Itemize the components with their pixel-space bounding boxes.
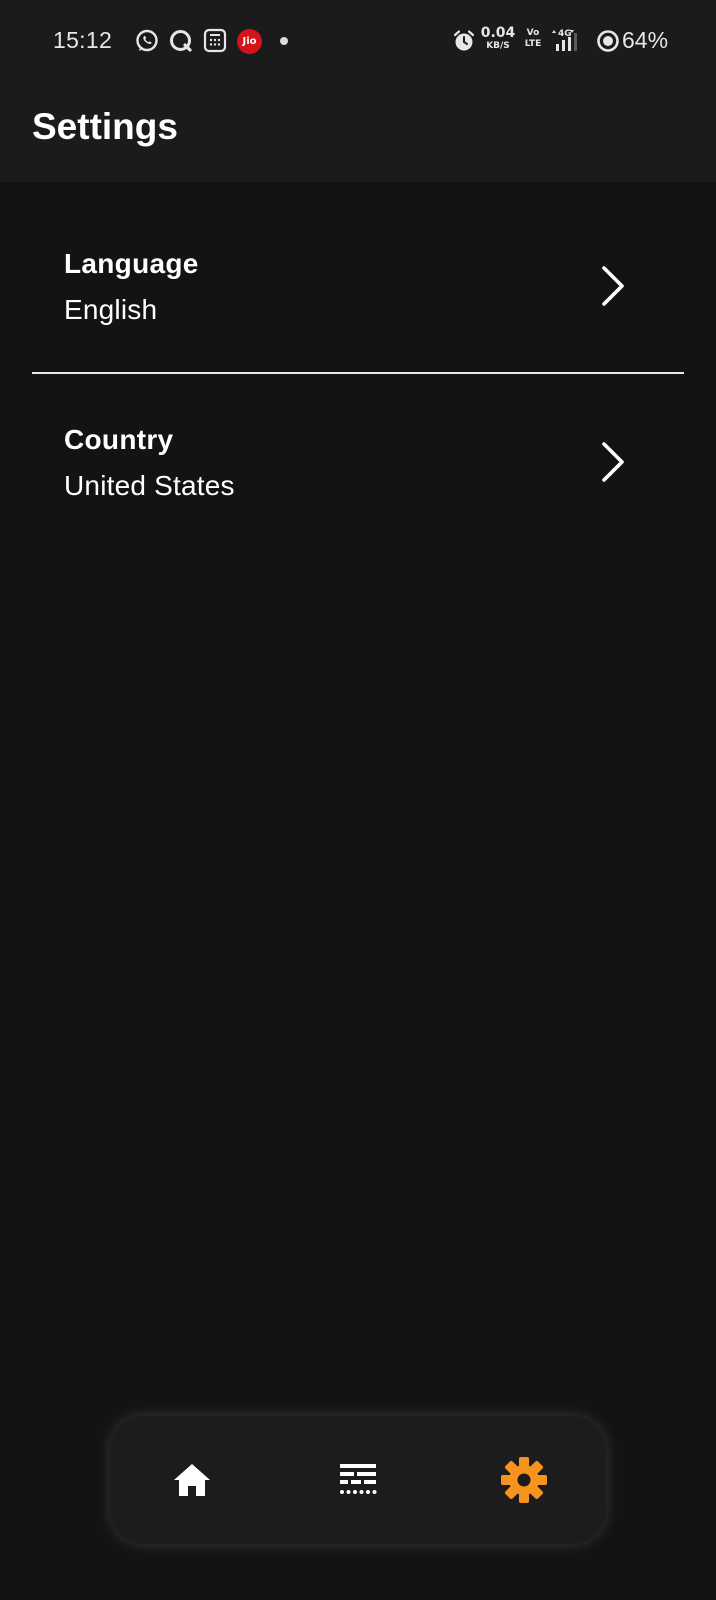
nav-settings-button[interactable] [490,1446,558,1514]
status-time: 15:12 [53,27,113,53]
divider [32,372,684,374]
page-title: Settings [32,106,178,147]
nav-list-button[interactable] [324,1446,392,1514]
jio-icon: Jio [237,29,262,54]
volte-top: Vo [526,28,540,38]
volte-indicator: Vo LTE [523,28,543,50]
country-label: Country [64,424,174,455]
battery-percent: 64% [622,27,669,53]
chevron-right-icon [602,442,624,482]
volte-bottom: LTE [524,39,542,49]
battery-icon [597,30,619,52]
chevron-right-icon [602,266,624,306]
alarm-icon [453,30,475,51]
more-notifications-dot [280,37,288,45]
home-icon [174,1464,210,1496]
signal-4g-icon: 4G [552,29,577,51]
network-speed-unit: KB/S [486,41,510,51]
country-value: United States [64,470,235,501]
network-speed-value: 0.04 [480,25,516,41]
list-icon [340,1464,377,1494]
gear-icon [501,1457,547,1503]
settings-item-country[interactable]: Country United States [0,388,716,538]
status-bar: 15:12 Jio 0.04 KB/S Vo LTE 4G 64% [0,0,716,84]
whatsapp-icon [136,29,158,52]
language-label: Language [64,248,199,279]
search-app-icon [170,30,192,52]
bottom-nav [110,1416,606,1544]
language-value: English [64,294,158,325]
settings-item-language[interactable]: Language English [0,212,716,362]
calculator-app-icon [203,28,227,53]
network-speed: 0.04 KB/S [480,26,516,52]
nav-home-button[interactable] [158,1446,226,1514]
